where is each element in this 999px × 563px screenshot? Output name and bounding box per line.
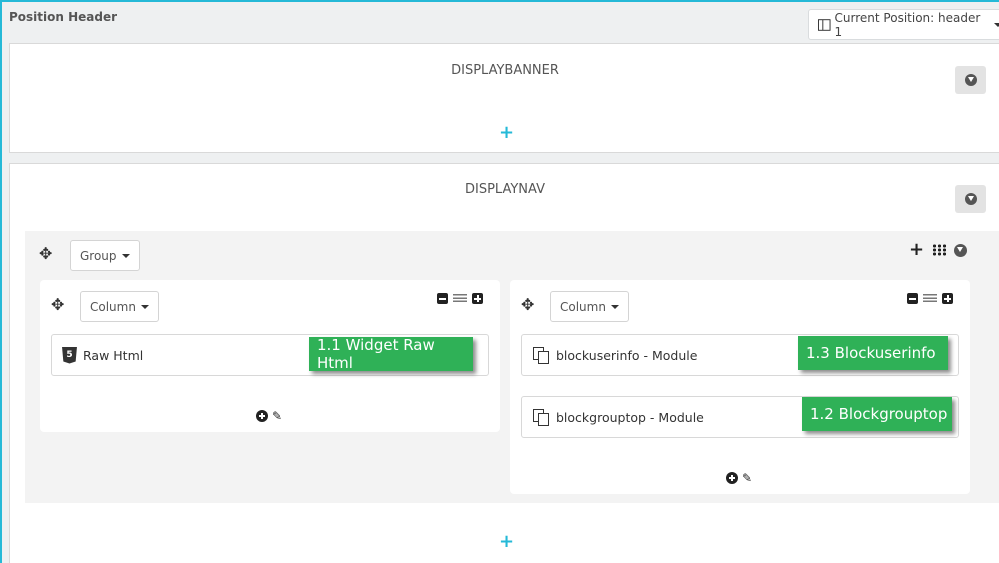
hook-title: DISPLAYNAV [465, 182, 545, 197]
html5-icon: 5 [62, 346, 77, 364]
column-width-icon[interactable] [453, 294, 467, 303]
current-position-label: Current Position: header 1 [834, 10, 981, 39]
widget-name: blockgrouptop - Module [556, 409, 704, 425]
chevron-down-icon [994, 22, 999, 27]
widget-name: blockuserinfo - Module [556, 347, 698, 363]
group-dropdown-label: Group [80, 248, 117, 263]
add-widget-icon[interactable] [256, 410, 268, 422]
move-icon[interactable]: ✥ [39, 246, 52, 262]
column-dropdown-label: Column [560, 299, 606, 314]
add-group-button[interactable]: + [499, 124, 514, 142]
layout-icon [818, 18, 831, 31]
increase-width-icon[interactable] [942, 293, 953, 304]
arrow-circle-down-icon[interactable] [954, 243, 968, 257]
pencil-icon[interactable]: ✎ [272, 410, 282, 422]
module-icon [532, 408, 550, 426]
hook-toggle-button[interactable] [955, 66, 986, 94]
chevron-down-icon [610, 304, 619, 309]
arrow-circle-down-icon [964, 193, 977, 205]
add-column-icon[interactable]: + [909, 241, 924, 259]
add-group-button[interactable]: + [499, 533, 514, 551]
pencil-icon[interactable]: ✎ [742, 472, 752, 484]
chevron-down-icon [121, 253, 130, 258]
move-icon[interactable]: ✥ [521, 297, 534, 313]
column-width-icon[interactable] [923, 294, 937, 303]
column-footer-tools: ✎ [256, 410, 282, 422]
current-position-dropdown[interactable]: Current Position: header 1 [808, 9, 999, 40]
column-2: ✥ Column blockuserinfo - Module 1.3 Bloc… [510, 280, 970, 494]
column-dropdown-label: Column [90, 299, 136, 314]
arrow-circle-down-icon [964, 74, 977, 86]
chevron-down-icon [140, 304, 149, 309]
hook-toggle-button[interactable] [955, 185, 986, 213]
hook-title: DISPLAYBANNER [451, 63, 559, 78]
widget-name: Raw Html [83, 347, 144, 363]
column-1: ✥ Column 5 Raw Html 1.1 Widget Raw Html … [40, 280, 500, 432]
reduce-width-icon[interactable] [437, 293, 448, 304]
grid-icon[interactable] [932, 244, 947, 256]
page-title: Position Header [9, 10, 118, 24]
increase-width-icon[interactable] [472, 293, 483, 304]
column-tools [437, 293, 483, 304]
hook-displaybanner: DISPLAYBANNER + [9, 43, 999, 153]
column-tools [907, 293, 953, 304]
widget-tag: 1.3 Blockuserinfo [798, 336, 948, 370]
add-widget-icon[interactable] [726, 472, 738, 484]
move-icon[interactable]: ✥ [51, 297, 64, 313]
reduce-width-icon[interactable] [907, 293, 918, 304]
column-dropdown[interactable]: Column [80, 291, 159, 322]
column-dropdown[interactable]: Column [550, 291, 629, 322]
widget-tag: 1.1 Widget Raw Html [309, 336, 473, 372]
group-dropdown[interactable]: Group [70, 240, 140, 271]
group-tools: + [909, 241, 968, 259]
widget-tag: 1.2 Blockgrouptop [802, 397, 952, 431]
group-container: ✥ Group + ✥ Column 5 Raw Html 1.1 Widget… [25, 231, 999, 503]
module-icon [532, 346, 550, 364]
column-footer-tools: ✎ [726, 472, 752, 484]
